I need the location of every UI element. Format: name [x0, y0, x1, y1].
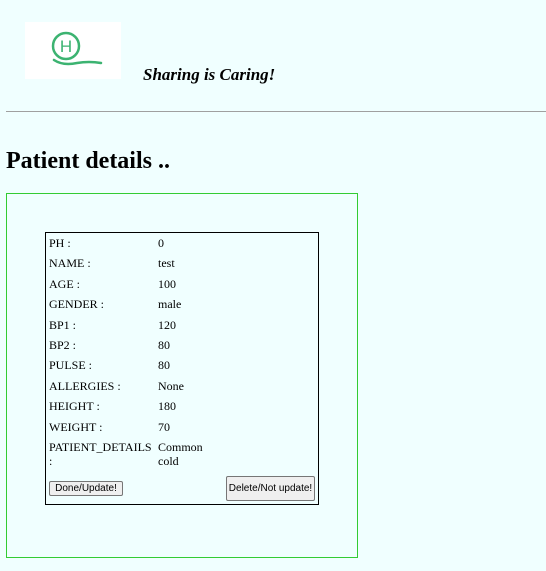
detail-value: 100	[158, 277, 176, 291]
logo: H	[25, 22, 121, 79]
detail-value: male	[158, 297, 182, 311]
delete-not-update-button[interactable]: Delete/Not update!	[226, 476, 315, 501]
detail-label: BP1 :	[49, 318, 77, 332]
detail-value: 80	[158, 358, 170, 372]
detail-label: PATIENT_DETAILS :	[49, 440, 152, 468]
detail-value: 120	[158, 318, 176, 332]
detail-value: Common cold	[158, 440, 203, 468]
detail-value: test	[158, 256, 175, 270]
detail-label: ALLERGIES :	[49, 379, 121, 393]
patient-details-table: PH : 0 NAME : test AGE : 100 GENDER : ma…	[45, 232, 319, 505]
detail-value: 0	[158, 236, 164, 250]
detail-label: AGE :	[49, 277, 80, 291]
detail-label: PULSE :	[49, 358, 93, 372]
detail-label: HEIGHT :	[49, 399, 100, 413]
hospital-h-icon: H	[51, 31, 103, 66]
detail-label: WEIGHT :	[49, 420, 103, 434]
detail-label: NAME :	[49, 256, 91, 270]
detail-value: None	[158, 379, 184, 393]
detail-value: 180	[158, 399, 176, 413]
tagline: Sharing is Caring!	[143, 65, 276, 84]
done-update-button[interactable]: Done/Update!	[49, 481, 123, 496]
logo-letter: H	[60, 37, 72, 56]
header-divider	[6, 111, 546, 112]
page-title: Patient details ..	[6, 148, 170, 174]
detail-value: 80	[158, 338, 170, 352]
detail-label: BP2 :	[49, 338, 77, 352]
detail-value: 70	[158, 420, 170, 434]
detail-label: GENDER :	[49, 297, 104, 311]
detail-label: PH :	[49, 236, 71, 250]
